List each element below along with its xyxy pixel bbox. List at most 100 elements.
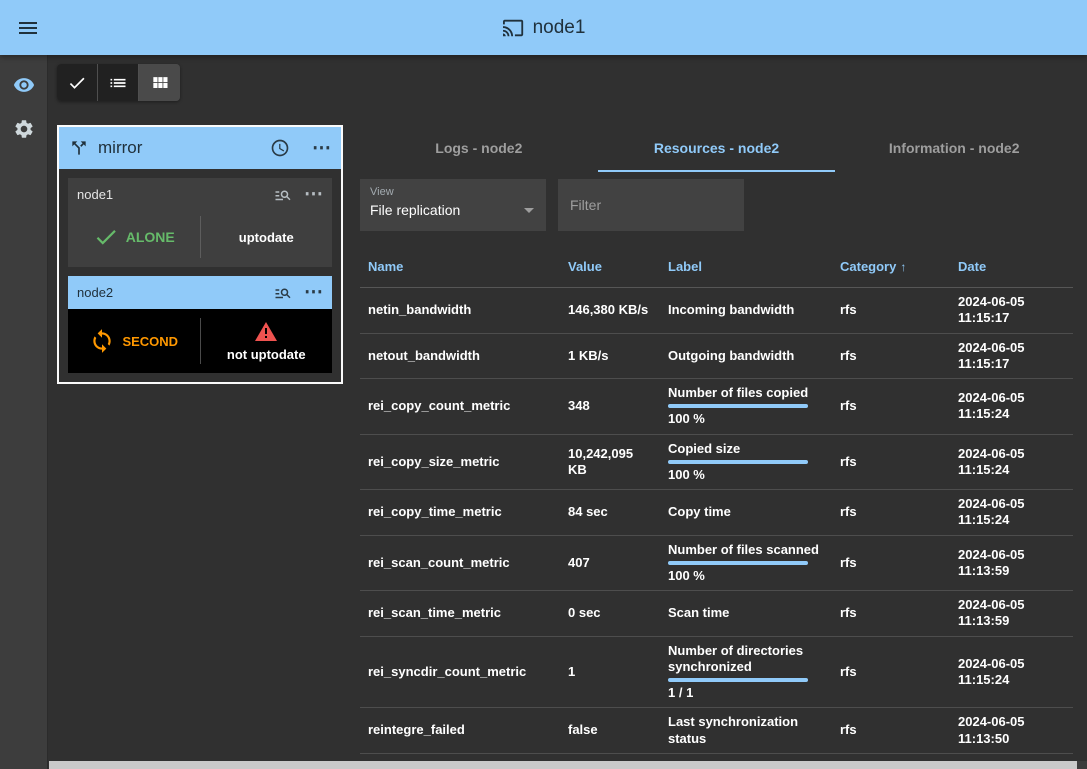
node1-status: ALONE uptodate <box>68 207 332 267</box>
list-view-button[interactable] <box>98 64 139 101</box>
cell-name: rei_copy_count_metric <box>360 379 560 435</box>
cell-category: rfs <box>832 379 950 435</box>
tab-resources[interactable]: Resources - node2 <box>598 125 836 172</box>
node-card-node1: node1 ⋯ <box>68 178 332 267</box>
sort-ascending-icon: ↑ <box>900 260 906 274</box>
node1-search-button[interactable] <box>274 186 292 204</box>
cell-date: 2024-06-05 11:13:59 <box>950 591 1073 637</box>
cluster-card-header: mirror ⋯ <box>59 127 341 169</box>
node-sync-label: not uptodate <box>227 347 306 362</box>
table-row: rei_scan_count_metric 407 Number of file… <box>360 535 1073 591</box>
horizontal-scrollbar[interactable] <box>49 761 1087 769</box>
grid-view-button[interactable] <box>139 64 180 101</box>
tab-logs[interactable]: Logs - node2 <box>360 125 598 172</box>
progress-value: 100 % <box>668 467 824 483</box>
more-icon: ⋯ <box>304 283 323 302</box>
cast-icon <box>502 17 524 39</box>
metric-label: Outgoing bandwidth <box>668 348 824 364</box>
cell-value: 348 <box>560 379 660 435</box>
cell-value: 10,242,095 KB <box>560 434 660 490</box>
node2-search-button[interactable] <box>274 284 292 302</box>
resources-table-head: Name Value Label Category ↑ Date <box>360 246 1073 288</box>
cell-label: Copied size 100 % <box>660 434 832 490</box>
cluster-card-mirror: mirror ⋯ <box>57 125 343 384</box>
metric-label: Number of files copied <box>668 385 824 401</box>
cell-date: 2024-06-05 11:15:24 <box>950 379 1073 435</box>
cell-date: 2024-06-05 11:13:59 <box>950 535 1073 591</box>
column-header-label[interactable]: Label <box>660 246 832 288</box>
page-title: node1 <box>502 17 586 39</box>
column-header-name[interactable]: Name <box>360 246 560 288</box>
table-row: rei_scan_time_metric 0 sec Scan time rfs… <box>360 591 1073 637</box>
gear-icon <box>13 118 35 140</box>
tab-bar: Logs - node2 Resources - node2 Informati… <box>360 125 1073 172</box>
metric-label: Last synchronization status <box>668 714 824 747</box>
table-row: netout_bandwidth 1 KB/s Outgoing bandwid… <box>360 333 1073 379</box>
cell-value: 1 <box>560 636 660 708</box>
content-row: mirror ⋯ <box>0 55 1087 769</box>
cell-name: rei_copy_time_metric <box>360 490 560 536</box>
progress-indicator: 1 / 1 <box>668 678 824 701</box>
toolbar <box>48 55 1087 110</box>
cell-label: Last synchronization status <box>660 708 832 754</box>
resources-table: Name Value Label Category ↑ Date netin_ba… <box>360 246 1073 754</box>
menu-button[interactable] <box>16 16 40 40</box>
cell-date: 2024-06-05 11:15:17 <box>950 288 1073 334</box>
node2-more-button[interactable]: ⋯ <box>304 283 323 302</box>
check-view-button[interactable] <box>57 64 98 101</box>
list-icon <box>108 73 128 93</box>
progress-bar <box>668 460 808 464</box>
view-select[interactable]: View File replication <box>360 179 546 231</box>
grid-icon <box>150 73 170 93</box>
history-button[interactable] <box>270 138 290 158</box>
table-row: reintegre_failed false Last synchronizat… <box>360 708 1073 754</box>
resources-table-body: netin_bandwidth 146,380 KB/s Incoming ba… <box>360 288 1073 754</box>
rail-monitor-button[interactable] <box>13 74 35 96</box>
node1-more-button[interactable]: ⋯ <box>304 185 323 204</box>
cell-label: Number of directories synchronized 1 / 1 <box>660 636 832 708</box>
cell-value: 84 sec <box>560 490 660 536</box>
resources-panel: Logs - node2 Resources - node2 Informati… <box>360 125 1073 769</box>
filter-row: View File replication <box>360 179 1073 231</box>
cluster-card-actions: ⋯ <box>270 138 331 158</box>
view-toggle-group <box>57 64 180 101</box>
progress-bar <box>668 404 808 408</box>
node2-state: SECOND <box>68 309 200 373</box>
progress-indicator: 100 % <box>668 404 824 427</box>
cell-date: 2024-06-05 11:13:50 <box>950 708 1073 754</box>
rail-settings-button[interactable] <box>13 118 35 140</box>
progress-bar <box>668 561 808 565</box>
tab-information[interactable]: Information - node2 <box>835 125 1073 172</box>
cell-date: 2024-06-05 11:15:24 <box>950 636 1073 708</box>
app-header: node1 <box>0 0 1087 55</box>
progress-value: 100 % <box>668 411 824 427</box>
hamburger-icon <box>16 16 40 40</box>
filter-input[interactable] <box>558 179 744 231</box>
metric-label: Scan time <box>668 605 824 621</box>
column-header-category[interactable]: Category ↑ <box>832 246 950 288</box>
cell-category: rfs <box>832 535 950 591</box>
node1-sync-state: uptodate <box>201 207 333 267</box>
metric-label: Number of files scanned <box>668 542 824 558</box>
cell-value: 1 KB/s <box>560 333 660 379</box>
table-row: rei_syncdir_count_metric 1 Number of dir… <box>360 636 1073 708</box>
cell-category: rfs <box>832 591 950 637</box>
column-header-value[interactable]: Value <box>560 246 660 288</box>
view-select-value-row: File replication <box>370 202 536 218</box>
check-icon <box>67 73 87 93</box>
cell-date: 2024-06-05 11:15:24 <box>950 434 1073 490</box>
cell-category: rfs <box>832 490 950 536</box>
cluster-more-button[interactable]: ⋯ <box>312 139 331 158</box>
main-column: mirror ⋯ <box>48 55 1087 769</box>
metric-label: Incoming bandwidth <box>668 302 824 318</box>
node2-sync-state: not uptodate <box>201 309 333 373</box>
cell-label: Copy time <box>660 490 832 536</box>
node-name: node2 <box>77 285 262 300</box>
scrollbar-thumb[interactable] <box>49 761 1077 769</box>
cell-category: rfs <box>832 333 950 379</box>
eye-icon <box>13 74 35 96</box>
table-row: rei_copy_count_metric 348 Number of file… <box>360 379 1073 435</box>
column-header-date[interactable]: Date <box>950 246 1073 288</box>
column-header-category-text: Category <box>840 259 896 274</box>
cell-label: Scan time <box>660 591 832 637</box>
